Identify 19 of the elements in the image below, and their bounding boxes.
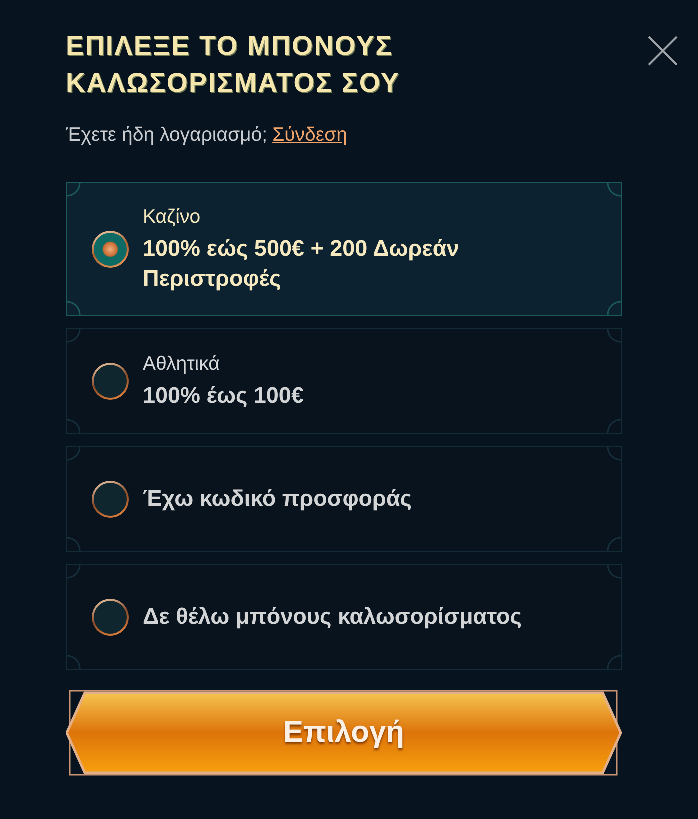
bonus-category: Καζίνο (143, 205, 202, 230)
close-button[interactable] (648, 36, 678, 66)
close-icon (648, 36, 678, 66)
radio-button[interactable] (92, 598, 129, 636)
option-label: Δε θέλω μπόνους καλωσορίσματος (143, 603, 522, 631)
bonus-offer: 100% έως 100€ (143, 382, 304, 410)
radio-button[interactable] (92, 480, 129, 518)
bonus-option-card[interactable]: Καζίνο 100% εώς 500€ + 200 Δωρεάν Περιστροφές (66, 182, 622, 316)
option-label: Έχω κωδικό προσφοράς (143, 485, 412, 513)
bonus-option-card[interactable]: Δε θέλω μπόνους καλωσορίσματος (66, 564, 622, 670)
radio-button[interactable] (92, 362, 129, 400)
bonus-option-card[interactable]: Αθλητικά 100% έως 100€ (66, 328, 622, 434)
radio-button[interactable] (92, 230, 129, 268)
login-link[interactable]: Σύνδεση (272, 124, 348, 146)
login-prompt: Έχετε ήδη λογαριασμό; (66, 124, 268, 146)
bonus-option-card[interactable]: Έχω κωδικό προσφοράς (66, 446, 622, 552)
dialog-title: ΕΠΙΛΕΞΕ ΤΟ ΜΠΟΝΟΥΣ ΚΑΛΩΣΟΡΙΣΜΑΤΟΣ ΣΟΥ (66, 30, 402, 100)
bonus-category: Αθλητικά (143, 352, 221, 377)
bonus-offer: 100% εώς 500€ + 200 Δωρεάν Περιστροφές (143, 235, 460, 293)
